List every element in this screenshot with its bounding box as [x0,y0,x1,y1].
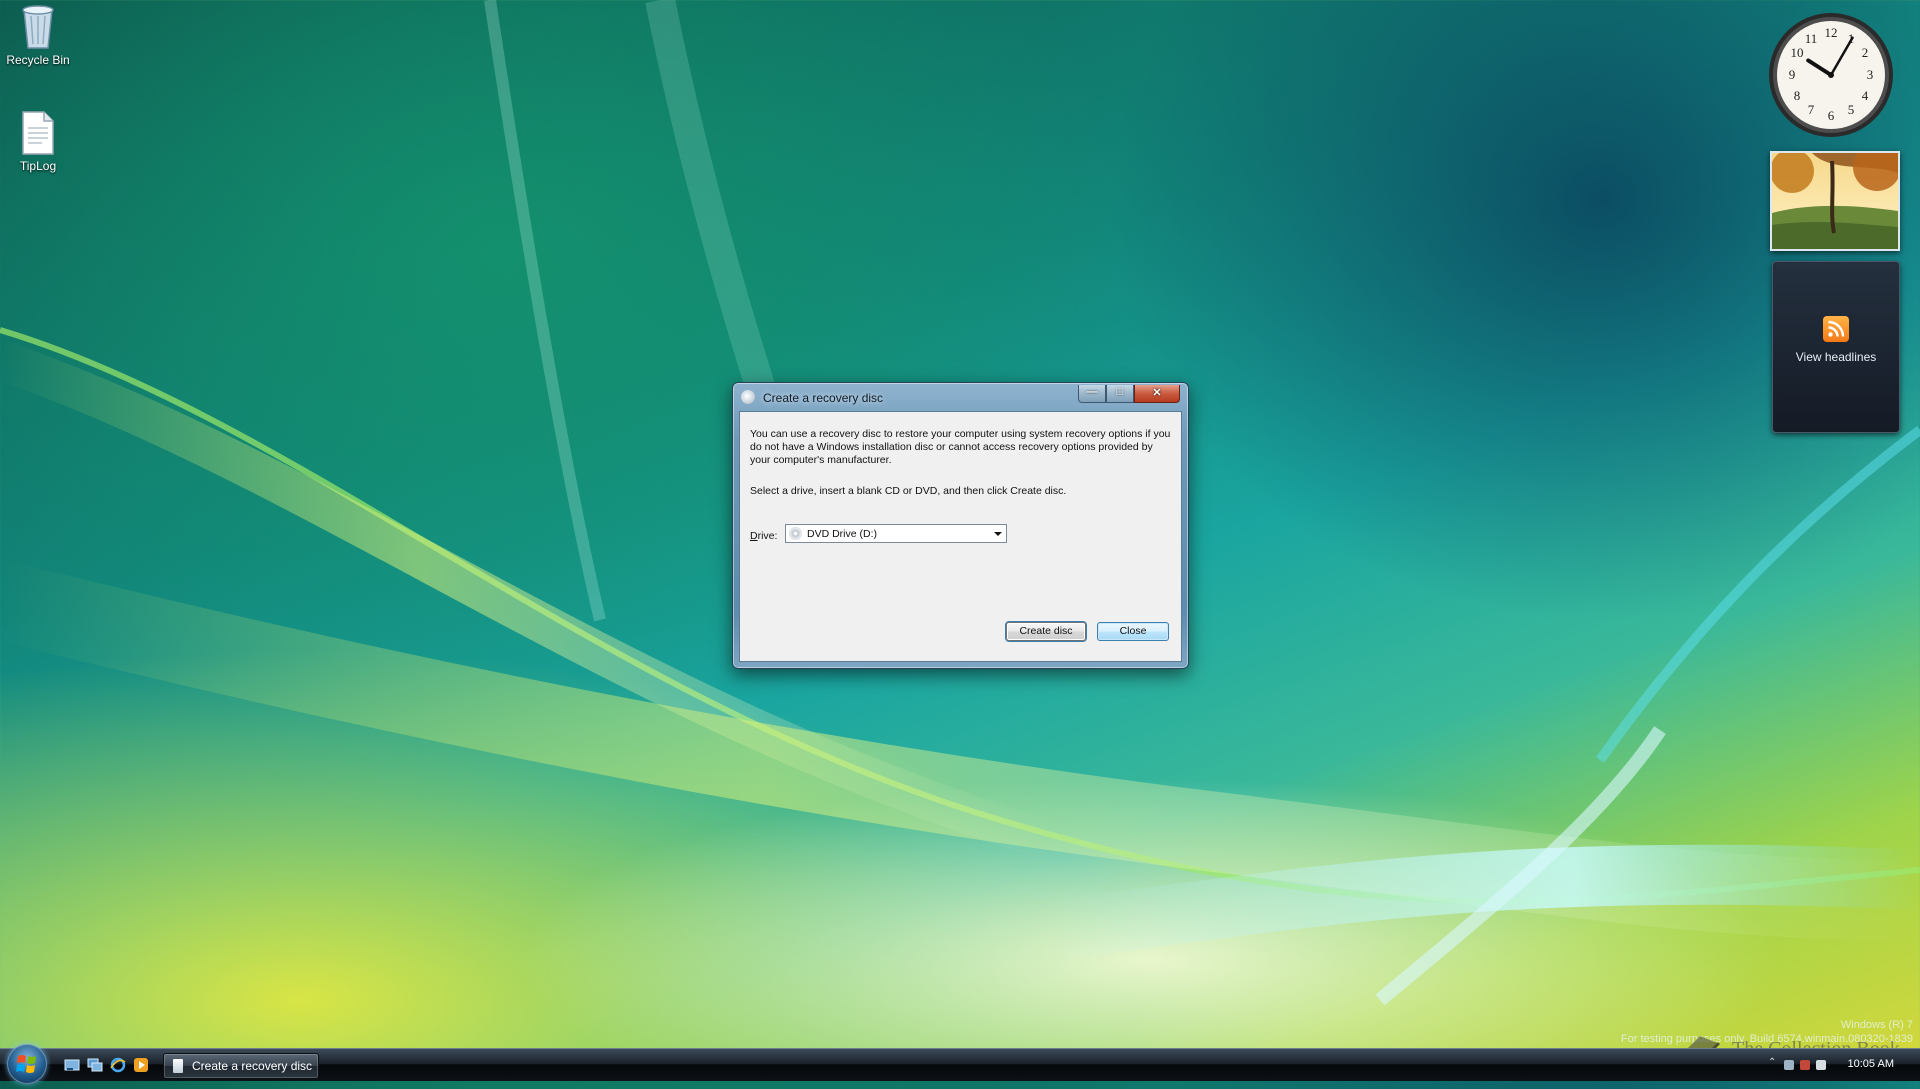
close-button[interactable]: Close [1097,622,1169,641]
drive-label-text: rive: [757,530,778,542]
recovery-disc-icon [173,1059,183,1073]
show-hidden-icons-icon[interactable]: ⌃ [1768,1057,1776,1068]
maximize-icon: □ [1116,386,1124,398]
svg-text:6: 6 [1828,108,1835,123]
svg-text:8: 8 [1794,88,1801,103]
view-headlines-link[interactable]: View headlines [1773,350,1899,364]
svg-text:9: 9 [1789,67,1796,82]
minimize-button[interactable]: — [1078,385,1106,403]
taskbar-window-title: Create a recovery disc [192,1059,313,1073]
recovery-disc-icon [741,390,755,404]
close-icon: ✕ [1152,387,1162,399]
power-icon[interactable] [1800,1060,1810,1070]
clock-time[interactable]: 10:05 AM [1848,1058,1894,1070]
network-icon[interactable] [1784,1060,1794,1070]
media-player-icon[interactable] [133,1057,149,1073]
drive-label-accesskey: D [750,530,758,542]
desktop-icon-tiplog[interactable]: TipLog [0,110,78,173]
drive-select[interactable]: DVD Drive (D:) [785,524,1007,543]
svg-text:10: 10 [1791,45,1804,60]
windows-logo-icon [16,1055,36,1073]
switch-windows-icon[interactable] [87,1057,103,1073]
clock-gadget[interactable]: 1212 345 678 91011 [1766,10,1896,140]
show-desktop-icon[interactable] [64,1057,80,1073]
maximize-button[interactable]: □ [1106,385,1134,403]
text-document-icon [22,111,54,155]
internet-explorer-icon[interactable] [110,1057,126,1073]
caption-buttons: — □ ✕ [1078,385,1180,403]
landscape-photo [1772,153,1898,249]
desktop-icon-label: TipLog [19,159,57,173]
dialog-message: You can use a recovery disc to restore y… [750,428,1171,466]
dialog-titlebar[interactable]: Create a recovery disc — □ ✕ [739,385,1182,409]
taskbar-window-button[interactable]: Create a recovery disc [163,1053,319,1079]
notification-area: ⌃ 10:05 AM [1765,1051,1920,1079]
start-button[interactable] [7,1044,47,1084]
svg-text:4: 4 [1862,88,1869,103]
svg-text:5: 5 [1848,102,1855,117]
dialog-title: Create a recovery disc [763,391,884,405]
chevron-down-icon[interactable] [990,525,1006,542]
svg-text:12: 12 [1825,25,1838,40]
recovery-disc-dialog: Create a recovery disc — □ ✕ You can use… [732,382,1189,669]
close-window-button[interactable]: ✕ [1134,385,1180,403]
dialog-instruction: Select a drive, insert a blank CD or DVD… [750,485,1067,497]
drive-select-value: DVD Drive (D:) [807,528,877,540]
svg-text:11: 11 [1805,31,1818,46]
rss-feed-icon [1823,316,1849,342]
svg-text:2: 2 [1862,45,1869,60]
svg-text:3: 3 [1867,67,1874,82]
feed-headlines-gadget[interactable]: View headlines [1772,261,1900,433]
volume-icon[interactable] [1816,1060,1826,1070]
desktop-icon-label: Recycle Bin [6,53,70,67]
create-disc-button[interactable]: Create disc [1006,622,1086,641]
analog-clock-face: 1212 345 678 91011 [1769,13,1893,137]
drive-label: Drive: [750,530,777,542]
minimize-icon: — [1086,386,1098,398]
dialog-client-area: You can use a recovery disc to restore y… [739,411,1182,662]
svg-text:7: 7 [1808,102,1815,117]
slideshow-gadget[interactable] [1770,151,1900,251]
recycle-bin-icon [22,5,54,49]
desktop-icon-recycle-bin[interactable]: Recycle Bin [0,2,78,67]
taskbar: Create a recovery disc ⌃ 10:05 AM [0,1044,1920,1084]
dvd-drive-icon [789,527,802,540]
